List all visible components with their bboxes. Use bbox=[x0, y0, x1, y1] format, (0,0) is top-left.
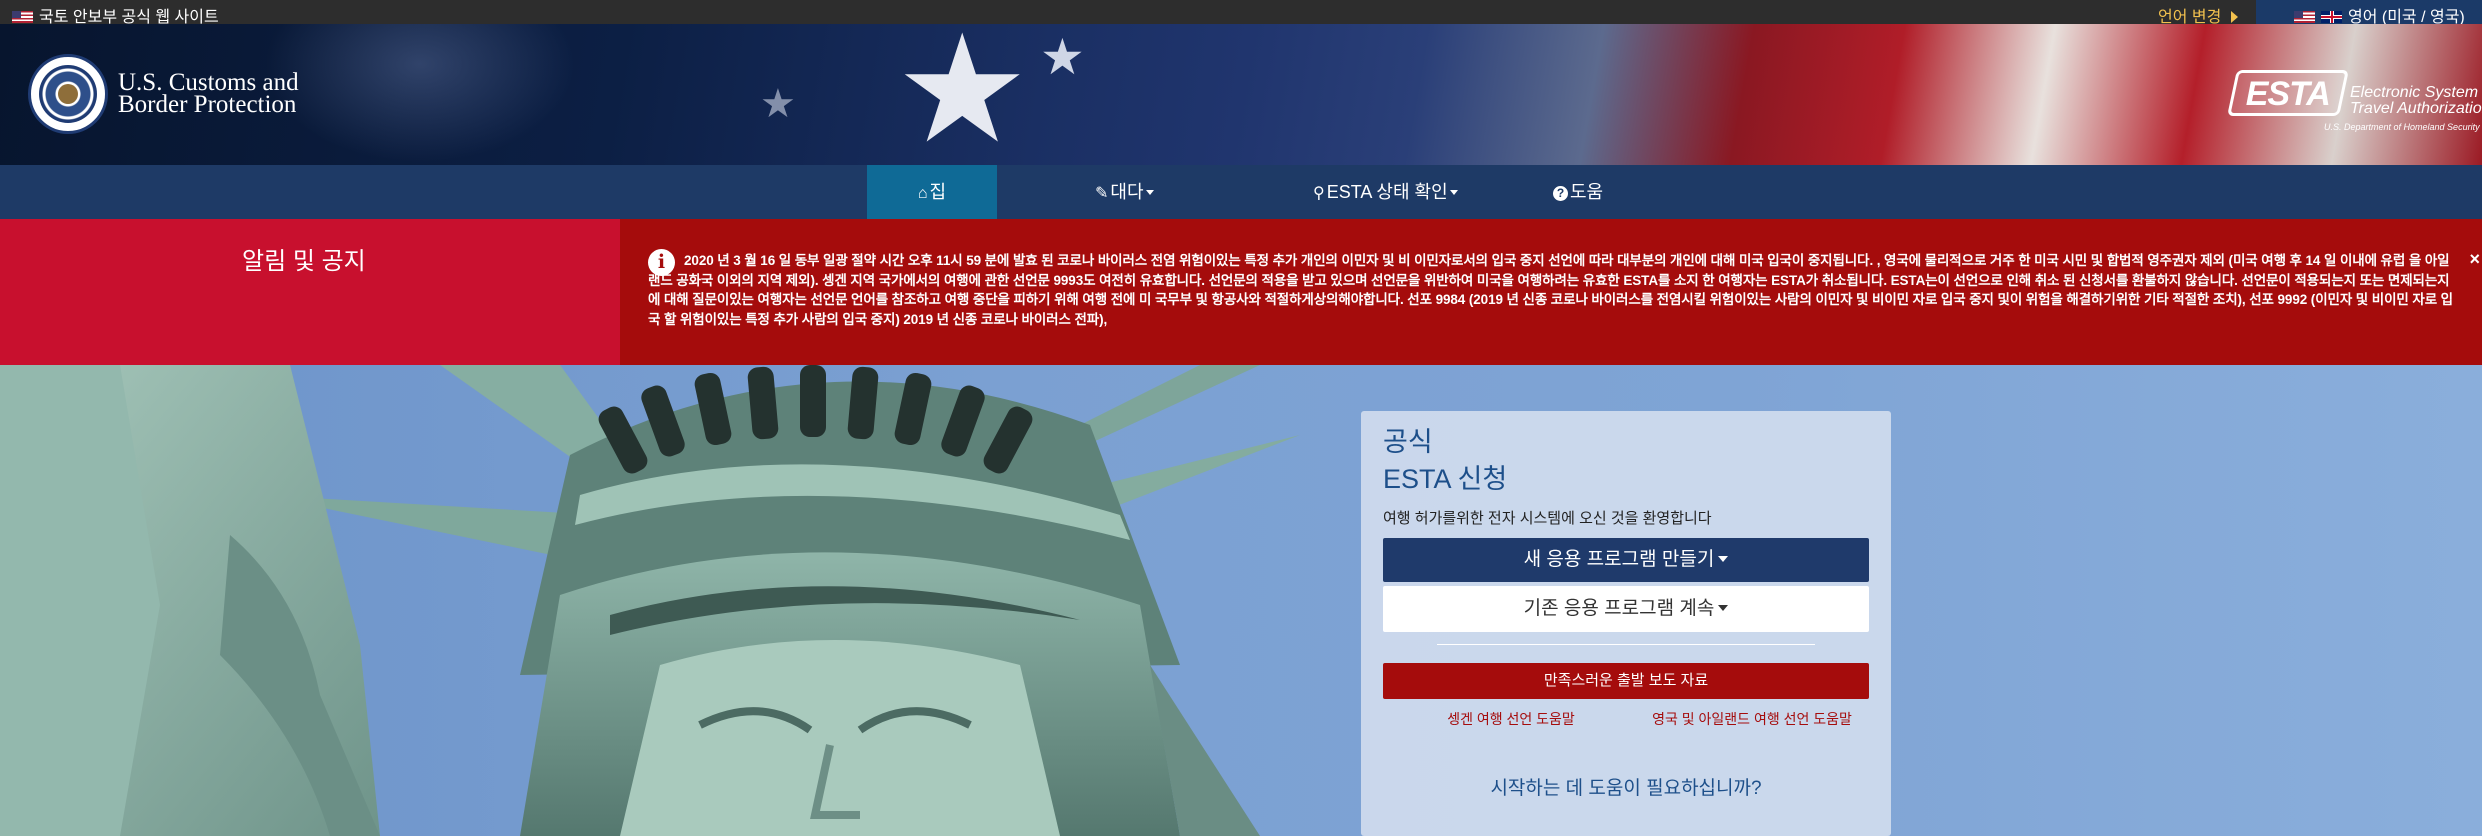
dhs-seal-logo[interactable] bbox=[28, 54, 108, 134]
card-divider bbox=[1437, 644, 1815, 645]
statue-of-liberty-background bbox=[0, 365, 2482, 836]
cbp-line2: Border Protection bbox=[118, 91, 297, 118]
flag-star-decoration: ★ bbox=[760, 82, 796, 126]
nav-home-label: 집 bbox=[929, 182, 947, 202]
esta-logo-line3: U.S. Department of Homeland Security ® bbox=[2324, 122, 2482, 132]
esta-apply-card: 공식 ESTA 신청 여행 허가를위한 전자 시스템에 오신 것을 환영합니다 … bbox=[1361, 411, 1891, 836]
current-language-selector[interactable]: 영어 (미국 / 영국) bbox=[2256, 0, 2482, 26]
us-flag-icon bbox=[12, 11, 33, 23]
esta-logo-line2: Travel Authorization bbox=[2350, 100, 2482, 117]
esta-logo-mark: ESTA bbox=[2227, 70, 2349, 116]
esta-logo-mark-text: ESTA bbox=[2245, 75, 2330, 113]
uk-ireland-help-link[interactable]: 영국 및 아일랜드 여행 선언 도움말 bbox=[1644, 709, 1860, 729]
nav-more-label: 대다 bbox=[1110, 182, 1144, 202]
esta-logo[interactable]: ESTA Electronic System for Travel Author… bbox=[2227, 56, 2482, 146]
nav-more[interactable]: ✎ 대다 bbox=[1095, 165, 1154, 219]
getting-started-help-link[interactable]: 시작하는 데 도움이 필요하십니까? bbox=[1361, 773, 1891, 800]
question-circle-icon: ? bbox=[1553, 186, 1568, 201]
cbp-logo-text[interactable]: U.S. Customs and Border Protection bbox=[118, 70, 299, 118]
caret-down-icon bbox=[1718, 605, 1729, 611]
nav-help[interactable]: ? 도움 bbox=[1553, 165, 1603, 219]
schengen-help-link[interactable]: 셍겐 여행 선언 도움말 bbox=[1421, 709, 1601, 729]
gov-bar: 국토 안보부 공식 웹 사이트 언어 변경 영어 (미국 / 영국) bbox=[0, 0, 2482, 26]
pencil-icon: ✎ bbox=[1095, 185, 1109, 202]
alert-side-panel: 알림 및 공지 bbox=[0, 219, 620, 365]
nav-home[interactable]: ⌂ 집 bbox=[867, 165, 997, 219]
nav-esta-status[interactable]: ⚲ ESTA 상태 확인 bbox=[1313, 165, 1458, 219]
search-icon: ⚲ bbox=[1313, 185, 1325, 202]
continue-application-label: 기존 응용 프로그램 계속 bbox=[1523, 598, 1715, 619]
alert-message-panel: i 2020 년 3 월 16 일 동부 일광 절약 시간 오후 11시 59 … bbox=[620, 219, 2482, 365]
nav-help-label: 도움 bbox=[1570, 182, 1604, 202]
card-official-label: 공식 bbox=[1383, 427, 1433, 457]
home-icon: ⌂ bbox=[917, 185, 928, 202]
create-new-application-button[interactable]: 새 응용 프로그램 만들기 bbox=[1383, 538, 1869, 582]
alert-title: 알림 및 공지 bbox=[242, 248, 366, 275]
continue-application-button[interactable]: 기존 응용 프로그램 계속 bbox=[1383, 586, 1869, 632]
caret-down-icon bbox=[1145, 190, 1154, 195]
alert-message: 2020 년 3 월 16 일 동부 일광 절약 시간 오후 11시 59 분에… bbox=[648, 253, 2453, 327]
create-new-application-label: 새 응용 프로그램 만들기 bbox=[1523, 549, 1715, 570]
departure-press-release-button[interactable]: 만족스러운 출발 보도 자료 bbox=[1383, 663, 1869, 699]
uk-flag-icon bbox=[2321, 11, 2342, 23]
us-flag-icon bbox=[2294, 11, 2315, 23]
flag-star-decoration: ★ bbox=[1040, 29, 1085, 85]
caret-down-icon bbox=[1449, 190, 1458, 195]
card-title: ESTA 신청 bbox=[1383, 464, 1508, 494]
header-banner: ★ ★ ★ U.S. Customs and Border Protection… bbox=[0, 24, 2482, 165]
statue-illustration bbox=[0, 365, 1300, 836]
main-nav: ⌂ 집 ✎ 대다 ⚲ ESTA 상태 확인 ? 도움 bbox=[0, 165, 2482, 219]
card-welcome-text: 여행 허가를위한 전자 시스템에 오신 것을 환영합니다 bbox=[1383, 510, 1712, 527]
caret-right-icon bbox=[2231, 11, 2239, 23]
nav-esta-status-label: ESTA 상태 확인 bbox=[1326, 182, 1448, 202]
close-alert-button[interactable]: × bbox=[2469, 249, 2480, 270]
caret-down-icon bbox=[1718, 556, 1729, 562]
